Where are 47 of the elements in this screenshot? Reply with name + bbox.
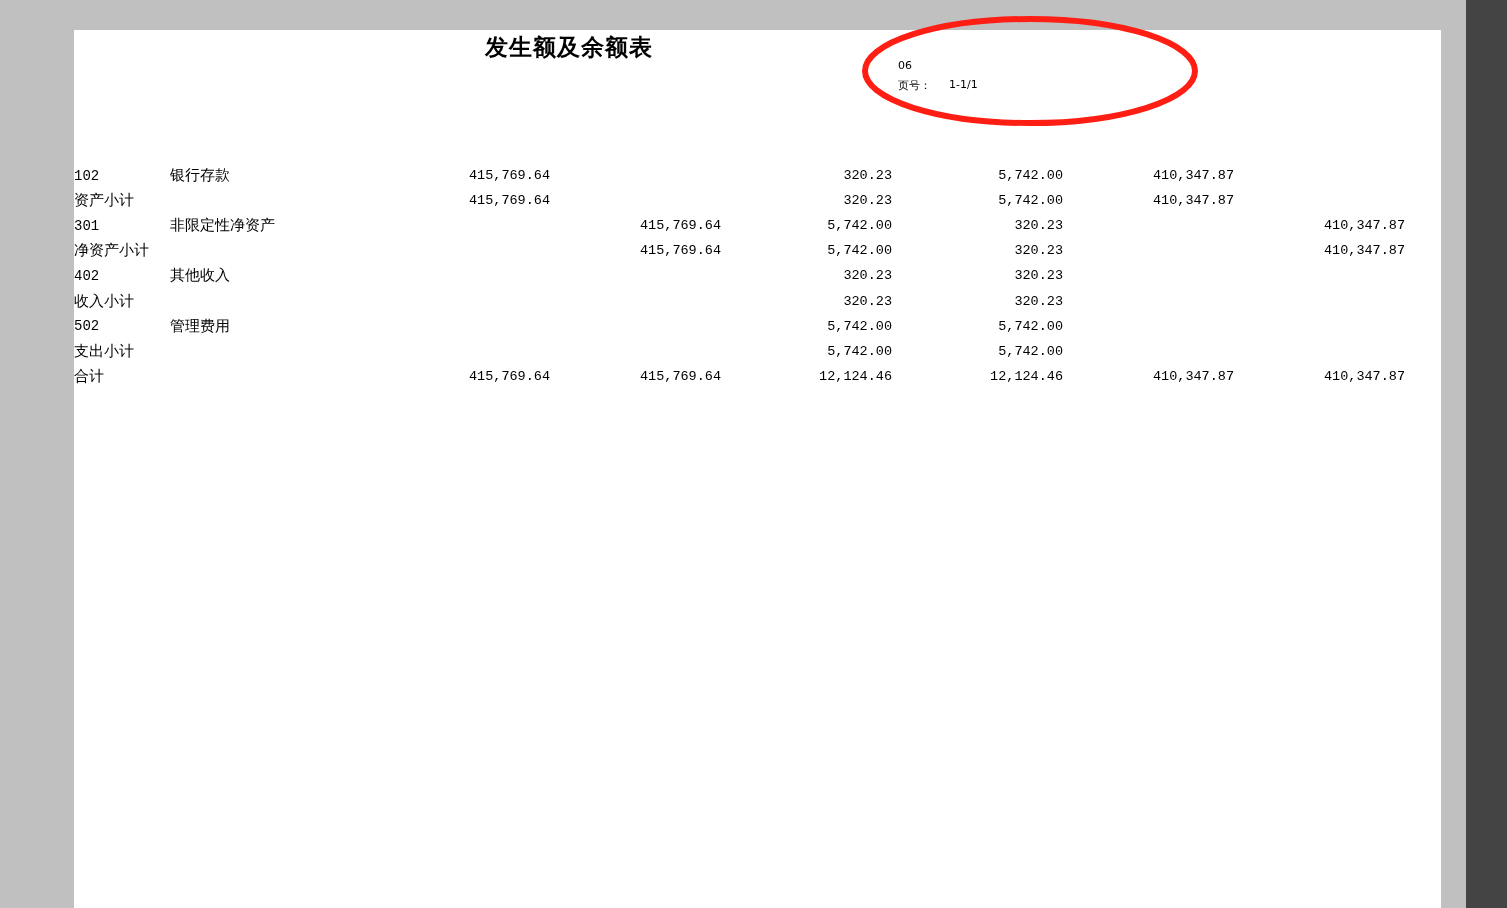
account-code: 402: [74, 267, 101, 284]
subtotal-label: 收入小计: [74, 291, 135, 311]
amount-cell: 320.23: [1014, 218, 1063, 234]
account-code: 102: [74, 167, 101, 184]
amount-cell: 12,124.46: [819, 368, 892, 384]
amount-cell: 320.23: [1014, 293, 1063, 309]
amount-cell: 410,347.87: [1324, 243, 1405, 259]
report-code: 06: [898, 59, 913, 74]
amount-cell: 415,769.64: [640, 218, 721, 234]
amount-cell: 12,124.46: [990, 368, 1063, 384]
amount-cell: 5,742.00: [827, 243, 892, 259]
amount-cell: 415,769.64: [469, 193, 550, 209]
account-name: 其他收入: [170, 266, 231, 286]
amount-cell: 415,769.64: [640, 243, 721, 259]
amount-cell: 320.23: [1014, 243, 1063, 259]
amount-cell: 320.23: [1014, 268, 1063, 284]
account-code: 301: [74, 217, 101, 234]
amount-cell: 5,742.00: [827, 343, 892, 359]
amount-cell: 5,742.00: [998, 343, 1063, 359]
amount-cell: 5,742.00: [827, 318, 892, 334]
amount-cell: 320.23: [843, 168, 892, 184]
amount-cell: 5,742.00: [998, 193, 1063, 209]
amount-cell: 415,769.64: [469, 368, 550, 384]
amount-cell: 410,347.87: [1324, 368, 1405, 384]
subtotal-label: 净资产小计: [74, 241, 150, 261]
subtotal-label: 合计: [74, 366, 105, 386]
amount-cell: 320.23: [843, 268, 892, 284]
amount-cell: 410,347.87: [1153, 368, 1234, 384]
account-name: 非限定性净资产: [170, 216, 276, 236]
report-title: 发生额及余额表: [485, 33, 653, 62]
amount-cell: 5,742.00: [998, 318, 1063, 334]
subtotal-label: 资产小计: [74, 191, 135, 211]
subtotal-label: 支出小计: [74, 341, 135, 361]
amount-cell: 415,769.64: [640, 368, 721, 384]
amount-cell: 415,769.64: [469, 168, 550, 184]
account-name: 管理费用: [170, 316, 231, 336]
account-code: 502: [74, 318, 101, 335]
amount-cell: 5,742.00: [998, 168, 1063, 184]
amount-cell: 320.23: [843, 293, 892, 309]
page-number-label: 页号：: [898, 78, 931, 93]
amount-cell: 410,347.87: [1153, 168, 1234, 184]
account-name: 银行存款: [170, 166, 231, 186]
amount-cell: 410,347.87: [1324, 218, 1405, 234]
page-number-value: 1-1/1: [949, 78, 978, 93]
amount-cell: 410,347.87: [1153, 193, 1234, 209]
amount-cell: 320.23: [843, 193, 892, 209]
amount-cell: 5,742.00: [827, 218, 892, 234]
